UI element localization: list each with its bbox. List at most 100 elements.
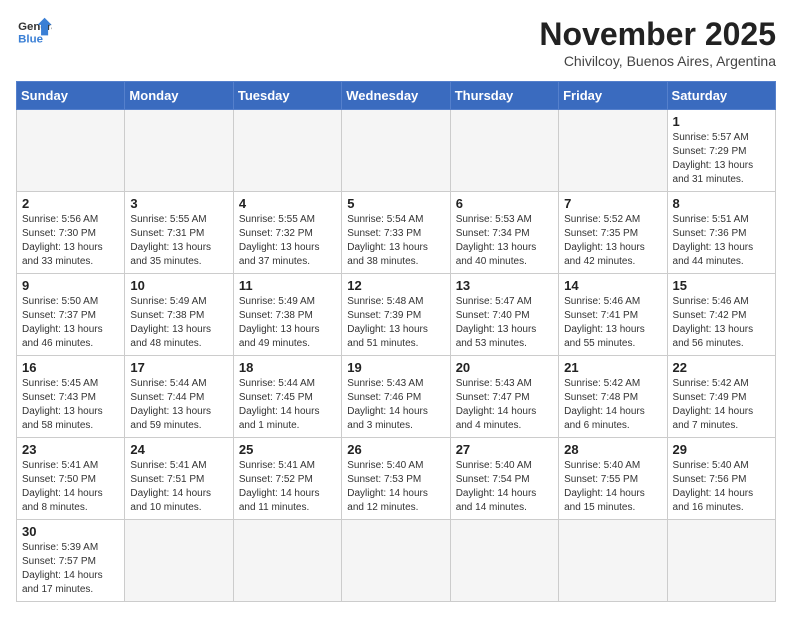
day-info: Sunrise: 5:49 AM Sunset: 7:38 PM Dayligh… — [130, 295, 227, 351]
calendar-cell: 22 Sunrise: 5:42 AM Sunset: 7:49 PM Dayli… — [667, 356, 775, 438]
calendar-cell: 8 Sunrise: 5:51 AM Sunset: 7:36 PM Daylig… — [667, 192, 775, 274]
day-info: Sunrise: 5:39 AM Sunset: 7:57 PM Dayligh… — [22, 541, 119, 597]
day-number: 5 — [347, 196, 444, 211]
calendar-cell — [450, 110, 558, 192]
calendar-cell: 24Sunrise: 5:41 AM Sunset: 7:51 PM Dayli… — [125, 438, 233, 520]
day-info: Sunrise: 5:53 AM Sunset: 7:34 PM Dayligh… — [456, 213, 553, 269]
day-number: 16 — [22, 360, 119, 375]
location: Chivilcoy, Buenos Aires, Argentina — [539, 53, 776, 69]
calendar-cell — [342, 110, 450, 192]
day-number: 21 — [564, 360, 661, 375]
calendar-cell: 12 Sunrise: 5:48 AM Sunset: 7:39 PM Dayli… — [342, 274, 450, 356]
calendar-cell: 29Sunrise: 5:40 AM Sunset: 7:56 PM Dayli… — [667, 438, 775, 520]
calendar-week-row: 9 Sunrise: 5:50 AM Sunset: 7:37 PM Daylig… — [17, 274, 776, 356]
calendar-cell: 30Sunrise: 5:39 AM Sunset: 7:57 PM Dayli… — [17, 520, 125, 602]
day-number: 24 — [130, 442, 227, 457]
calendar-cell: 15Sunrise: 5:46 AM Sunset: 7:42 PM Dayli… — [667, 274, 775, 356]
day-number: 11 — [239, 278, 336, 293]
calendar-cell: 19 Sunrise: 5:43 AM Sunset: 7:46 PM Dayli… — [342, 356, 450, 438]
day-info: Sunrise: 5:40 AM Sunset: 7:55 PM Dayligh… — [564, 459, 661, 515]
calendar-cell: 25 Sunrise: 5:41 AM Sunset: 7:52 PM Dayli… — [233, 438, 341, 520]
day-info: Sunrise: 5:42 AM Sunset: 7:48 PM Dayligh… — [564, 377, 661, 433]
day-info: Sunrise: 5:47 AM Sunset: 7:40 PM Dayligh… — [456, 295, 553, 351]
day-number: 20 — [456, 360, 553, 375]
day-number: 29 — [673, 442, 770, 457]
col-header-saturday: Saturday — [667, 82, 775, 110]
calendar-cell: 23Sunrise: 5:41 AM Sunset: 7:50 PM Dayli… — [17, 438, 125, 520]
day-number: 18 — [239, 360, 336, 375]
col-header-monday: Monday — [125, 82, 233, 110]
calendar-cell: 17 Sunrise: 5:44 AM Sunset: 7:44 PM Dayli… — [125, 356, 233, 438]
calendar-cell — [559, 520, 667, 602]
day-info: Sunrise: 5:49 AM Sunset: 7:38 PM Dayligh… — [239, 295, 336, 351]
calendar-cell — [450, 520, 558, 602]
col-header-sunday: Sunday — [17, 82, 125, 110]
day-number: 7 — [564, 196, 661, 211]
calendar-cell: 20 Sunrise: 5:43 AM Sunset: 7:47 PM Dayli… — [450, 356, 558, 438]
calendar-cell: 5 Sunrise: 5:54 AM Sunset: 7:33 PM Daylig… — [342, 192, 450, 274]
day-number: 25 — [239, 442, 336, 457]
day-info: Sunrise: 5:44 AM Sunset: 7:44 PM Dayligh… — [130, 377, 227, 433]
day-info: Sunrise: 5:56 AM Sunset: 7:30 PM Dayligh… — [22, 213, 119, 269]
day-number: 3 — [130, 196, 227, 211]
day-info: Sunrise: 5:55 AM Sunset: 7:32 PM Dayligh… — [239, 213, 336, 269]
day-number: 14 — [564, 278, 661, 293]
calendar-cell: 4 Sunrise: 5:55 AM Sunset: 7:32 PM Daylig… — [233, 192, 341, 274]
day-info: Sunrise: 5:44 AM Sunset: 7:45 PM Dayligh… — [239, 377, 336, 433]
calendar-cell: 6 Sunrise: 5:53 AM Sunset: 7:34 PM Daylig… — [450, 192, 558, 274]
calendar-cell: 26 Sunrise: 5:40 AM Sunset: 7:53 PM Dayli… — [342, 438, 450, 520]
day-info: Sunrise: 5:42 AM Sunset: 7:49 PM Dayligh… — [673, 377, 770, 433]
day-info: Sunrise: 5:46 AM Sunset: 7:41 PM Dayligh… — [564, 295, 661, 351]
calendar-cell — [667, 520, 775, 602]
day-info: Sunrise: 5:50 AM Sunset: 7:37 PM Dayligh… — [22, 295, 119, 351]
day-info: Sunrise: 5:41 AM Sunset: 7:52 PM Dayligh… — [239, 459, 336, 515]
calendar-cell: 7 Sunrise: 5:52 AM Sunset: 7:35 PM Daylig… — [559, 192, 667, 274]
day-info: Sunrise: 5:52 AM Sunset: 7:35 PM Dayligh… — [564, 213, 661, 269]
calendar-cell: 3 Sunrise: 5:55 AM Sunset: 7:31 PM Daylig… — [125, 192, 233, 274]
day-number: 19 — [347, 360, 444, 375]
day-number: 12 — [347, 278, 444, 293]
calendar-cell — [233, 110, 341, 192]
day-info: Sunrise: 5:43 AM Sunset: 7:46 PM Dayligh… — [347, 377, 444, 433]
month-title: November 2025 — [539, 16, 776, 53]
col-header-thursday: Thursday — [450, 82, 558, 110]
day-number: 17 — [130, 360, 227, 375]
day-number: 2 — [22, 196, 119, 211]
calendar-week-row: 30Sunrise: 5:39 AM Sunset: 7:57 PM Dayli… — [17, 520, 776, 602]
day-number: 9 — [22, 278, 119, 293]
logo: General Blue — [16, 16, 52, 46]
col-header-wednesday: Wednesday — [342, 82, 450, 110]
day-number: 22 — [673, 360, 770, 375]
day-info: Sunrise: 5:54 AM Sunset: 7:33 PM Dayligh… — [347, 213, 444, 269]
day-number: 13 — [456, 278, 553, 293]
calendar-week-row: 23Sunrise: 5:41 AM Sunset: 7:50 PM Dayli… — [17, 438, 776, 520]
day-info: Sunrise: 5:51 AM Sunset: 7:36 PM Dayligh… — [673, 213, 770, 269]
calendar-cell — [17, 110, 125, 192]
calendar-cell: 28Sunrise: 5:40 AM Sunset: 7:55 PM Dayli… — [559, 438, 667, 520]
day-number: 1 — [673, 114, 770, 129]
svg-text:Blue: Blue — [18, 33, 43, 45]
calendar-cell: 18 Sunrise: 5:44 AM Sunset: 7:45 PM Dayli… — [233, 356, 341, 438]
day-number: 6 — [456, 196, 553, 211]
day-number: 10 — [130, 278, 227, 293]
day-number: 27 — [456, 442, 553, 457]
calendar-cell — [559, 110, 667, 192]
calendar-cell: 13 Sunrise: 5:47 AM Sunset: 7:40 PM Dayli… — [450, 274, 558, 356]
col-header-friday: Friday — [559, 82, 667, 110]
calendar-cell: 27 Sunrise: 5:40 AM Sunset: 7:54 PM Dayli… — [450, 438, 558, 520]
calendar-cell: 16Sunrise: 5:45 AM Sunset: 7:43 PM Dayli… — [17, 356, 125, 438]
day-info: Sunrise: 5:40 AM Sunset: 7:54 PM Dayligh… — [456, 459, 553, 515]
day-number: 26 — [347, 442, 444, 457]
calendar-cell: 10 Sunrise: 5:49 AM Sunset: 7:38 PM Dayli… — [125, 274, 233, 356]
day-info: Sunrise: 5:55 AM Sunset: 7:31 PM Dayligh… — [130, 213, 227, 269]
day-info: Sunrise: 5:40 AM Sunset: 7:53 PM Dayligh… — [347, 459, 444, 515]
calendar-table: SundayMondayTuesdayWednesdayThursdayFrid… — [16, 81, 776, 602]
calendar-cell — [342, 520, 450, 602]
calendar-week-row: 2 Sunrise: 5:56 AM Sunset: 7:30 PM Daylig… — [17, 192, 776, 274]
day-number: 4 — [239, 196, 336, 211]
day-info: Sunrise: 5:48 AM Sunset: 7:39 PM Dayligh… — [347, 295, 444, 351]
calendar-week-row: 16Sunrise: 5:45 AM Sunset: 7:43 PM Dayli… — [17, 356, 776, 438]
day-number: 8 — [673, 196, 770, 211]
day-info: Sunrise: 5:43 AM Sunset: 7:47 PM Dayligh… — [456, 377, 553, 433]
calendar-cell — [125, 110, 233, 192]
